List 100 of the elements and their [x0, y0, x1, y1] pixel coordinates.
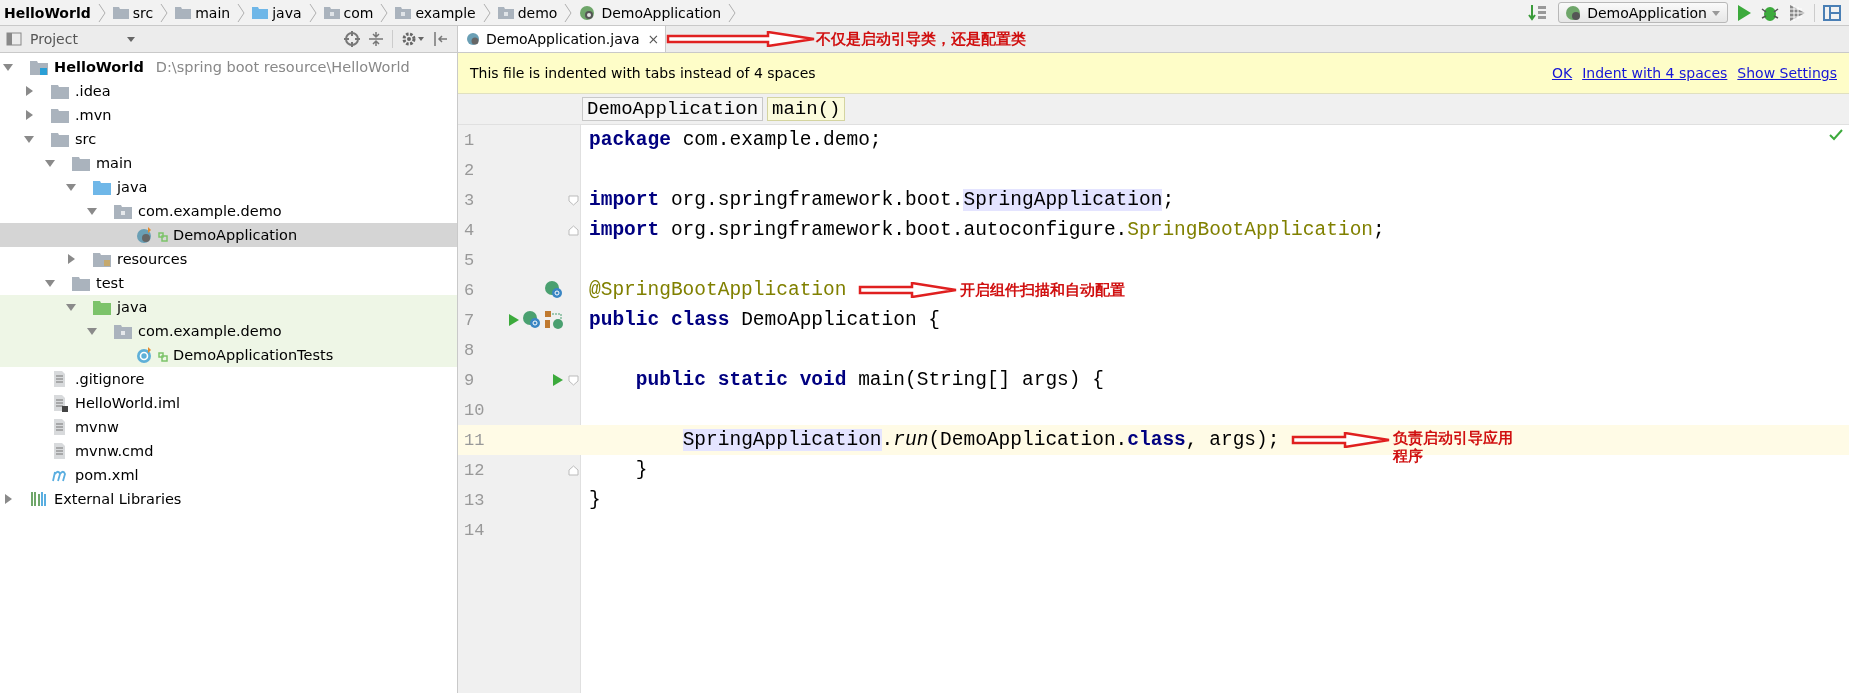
- expand-arrow-icon[interactable]: [2, 493, 14, 505]
- tree-item[interactable]: DemoApplication: [0, 223, 457, 247]
- tree-item[interactable]: .mvn: [0, 103, 457, 127]
- folder-icon: [72, 155, 90, 171]
- panel-title[interactable]: Project: [30, 31, 78, 47]
- folder-icon: [395, 6, 412, 19]
- tree-item-label: HelloWorld.iml: [75, 395, 181, 411]
- tree-item[interactable]: HelloWorld.iml: [0, 391, 457, 415]
- tree-item[interactable]: pom.xml: [0, 463, 457, 487]
- tree-item[interactable]: com.example.demo: [0, 199, 457, 223]
- folder-icon: [175, 6, 192, 19]
- fold-marker-icon[interactable]: [568, 194, 579, 206]
- expand-arrow-icon[interactable]: [86, 205, 98, 217]
- tree-item[interactable]: resources: [0, 247, 457, 271]
- run-icon[interactable]: [508, 313, 520, 327]
- settings-icon[interactable]: [401, 31, 425, 47]
- chevron-icon: [482, 2, 491, 23]
- notice-link[interactable]: Show Settings: [1737, 65, 1837, 81]
- expand-arrow-icon[interactable]: [44, 277, 56, 289]
- breadcrumb-item[interactable]: src: [132, 4, 154, 21]
- tree-item-label: External Libraries: [54, 491, 182, 507]
- run-icon[interactable]: [1736, 3, 1752, 22]
- tree-item-label: src: [75, 131, 97, 147]
- tree-item[interactable]: src: [0, 127, 457, 151]
- annotation-text: 负责启动引导应用程序: [1393, 429, 1514, 465]
- config-icon[interactable]: [544, 310, 564, 330]
- tree-item-label: mvnw: [75, 419, 119, 435]
- expand-arrow-icon[interactable]: [2, 61, 14, 73]
- code-line: import org.springframework.boot.autoconfigure.SpringBootApplication;: [589, 219, 1385, 241]
- breadcrumb-item[interactable]: com: [343, 4, 374, 21]
- breadcrumb-item[interactable]: example: [415, 4, 476, 21]
- class-icon: [135, 226, 171, 244]
- folder-icon: [51, 107, 69, 123]
- line-number: 2: [463, 160, 476, 180]
- editor-breadcrumb[interactable]: main(): [767, 97, 846, 121]
- notice-link[interactable]: OK: [1551, 65, 1573, 81]
- fold-marker-icon[interactable]: [568, 464, 579, 476]
- tree-item[interactable]: test: [0, 271, 457, 295]
- expand-arrow-icon[interactable]: [44, 157, 56, 169]
- folder-icon: [114, 323, 132, 339]
- breadcrumb-item[interactable]: main: [195, 4, 231, 21]
- chevron-icon: [160, 2, 169, 23]
- check-icon: [1829, 129, 1843, 141]
- tree-item[interactable]: External Libraries: [0, 487, 457, 511]
- fold-marker-icon[interactable]: [568, 374, 579, 386]
- annotation-text: 开启组件扫描和自动配置: [960, 280, 1126, 300]
- expand-arrow-icon[interactable]: [23, 109, 35, 121]
- tree-item[interactable]: main: [0, 151, 457, 175]
- tree-item[interactable]: .idea: [0, 79, 457, 103]
- notice-link[interactable]: Indent with 4 spaces: [1582, 65, 1728, 81]
- breadcrumb-item[interactable]: DemoApplication: [601, 4, 722, 21]
- line-number: 3: [463, 190, 476, 210]
- code-line: package com.example.demo;: [589, 129, 882, 151]
- line-number: 1: [463, 130, 476, 150]
- dropdown-caret-icon[interactable]: [125, 35, 136, 43]
- tree-item[interactable]: java: [0, 175, 457, 199]
- chevron-icon: [728, 2, 737, 23]
- expand-arrow-icon[interactable]: [23, 133, 35, 145]
- tree-item[interactable]: com.example.demo: [0, 319, 457, 343]
- tree-item[interactable]: java: [0, 295, 457, 319]
- folder-icon: [323, 6, 340, 19]
- line-number: 8: [463, 340, 476, 360]
- tree-item[interactable]: mvnw: [0, 415, 457, 439]
- close-tab-button[interactable]: ×: [647, 31, 660, 47]
- tree-item[interactable]: DemoApplicationTests: [0, 343, 457, 367]
- class-icon: [135, 346, 171, 364]
- tree-item[interactable]: mvnw.cmd: [0, 439, 457, 463]
- breadcrumb-item[interactable]: HelloWorld: [4, 4, 91, 21]
- coverage-icon[interactable]: [1788, 3, 1806, 22]
- expand-arrow-icon[interactable]: [65, 253, 77, 265]
- breadcrumb-item[interactable]: java: [272, 4, 302, 21]
- hide-panel-icon[interactable]: [433, 31, 449, 47]
- panel-icon: [6, 32, 22, 46]
- bean-icon[interactable]: [544, 280, 564, 300]
- libraries-icon: [30, 491, 48, 507]
- fold-marker-icon[interactable]: [568, 224, 579, 236]
- expand-arrow-icon[interactable]: [23, 85, 35, 97]
- tree-item[interactable]: .gitignore: [0, 367, 457, 391]
- code-line: public class DemoApplication {: [589, 309, 941, 331]
- folder-icon: [252, 6, 269, 19]
- folder-icon: [93, 251, 111, 267]
- line-number: 10: [463, 400, 486, 420]
- collapse-all-icon[interactable]: [368, 31, 384, 47]
- folder-icon: [72, 275, 90, 291]
- run-icon[interactable]: [552, 373, 564, 387]
- breadcrumb-item[interactable]: demo: [517, 4, 558, 21]
- expand-arrow-icon[interactable]: [65, 181, 77, 193]
- code-line: SpringApplication.run(DemoApplication.class, args);: [681, 429, 1280, 451]
- expand-arrow-icon[interactable]: [86, 325, 98, 337]
- spring-class-icon: [466, 31, 482, 47]
- tree-item[interactable]: HelloWorld D:\spring boot resource\HelloWorld: [0, 55, 457, 79]
- code-line: @SpringBootApplication: [589, 279, 847, 301]
- layout-icon[interactable]: [1823, 3, 1841, 22]
- code-line: }: [589, 489, 601, 511]
- editor-tab[interactable]: DemoApplication.java ×: [458, 26, 667, 52]
- bean-icon[interactable]: [522, 310, 542, 330]
- run-configuration-dropdown[interactable]: DemoApplication: [1558, 2, 1728, 23]
- locate-icon[interactable]: [344, 31, 360, 47]
- expand-arrow-icon[interactable]: [65, 301, 77, 313]
- editor-breadcrumb[interactable]: DemoApplication: [582, 97, 764, 121]
